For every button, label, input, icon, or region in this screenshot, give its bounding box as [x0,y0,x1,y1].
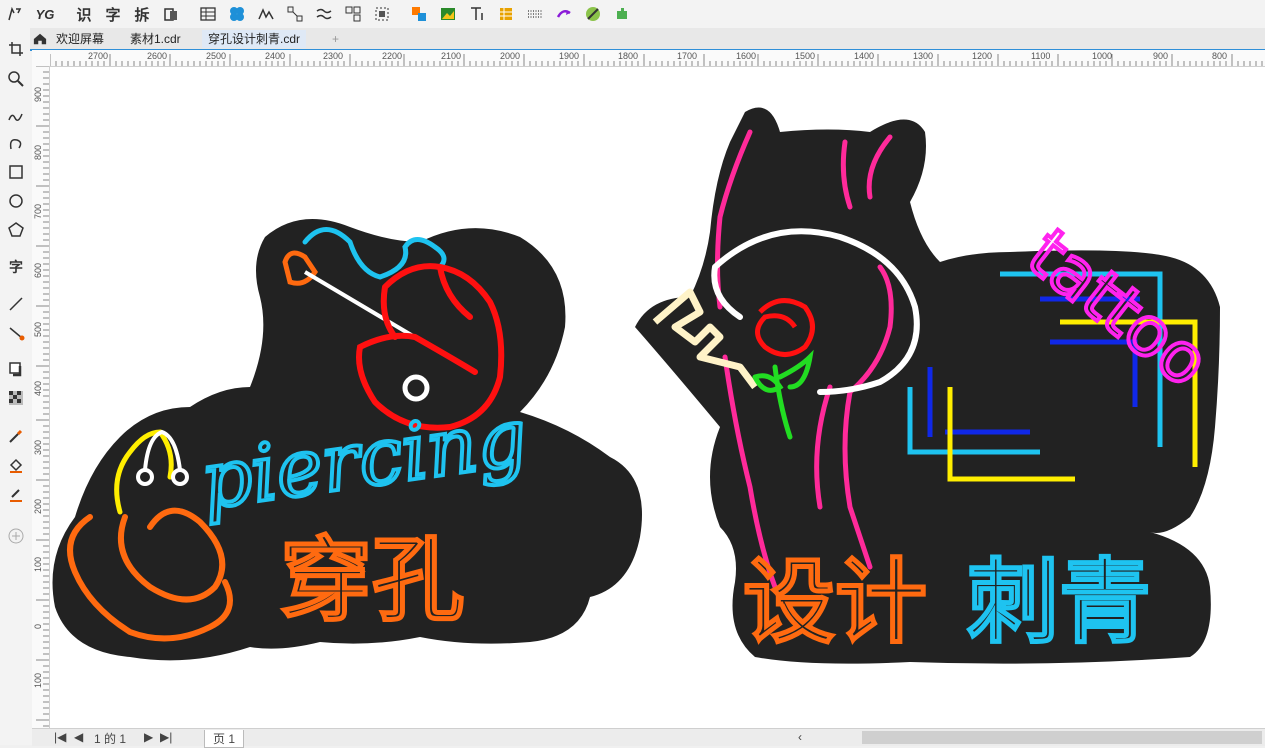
ruler-label: 2700 [88,51,109,61]
rectangle-icon[interactable] [5,161,27,183]
ruler-label: 2500 [206,51,227,61]
ruler-label: 1500 [795,51,816,61]
ruler-label: 2000 [500,51,521,61]
ruler-label: 500 [33,321,43,337]
dimension-icon[interactable] [5,293,27,315]
eyedropper-icon[interactable] [5,425,27,447]
tab-piercing-tattoo[interactable]: 穿孔设计刺青.cdr [202,30,307,48]
first-page-icon[interactable]: |◀ [54,730,66,744]
connector-icon[interactable] [5,322,27,344]
ruler-label: 2600 [147,51,168,61]
table-icon[interactable] [197,3,219,25]
ruler-label: 1400 [854,51,875,61]
piercing-title-text: 穿孔 [280,527,464,634]
ruler-label: 400 [33,380,43,396]
page-tab[interactable]: 页 1 [204,730,245,748]
text-frame-icon[interactable] [466,3,488,25]
ruler-label: 100 [33,672,43,688]
tattoo-title-orange: 设计 [743,549,927,656]
gradient-icon[interactable] [582,3,604,25]
home-icon[interactable] [30,30,50,48]
tattoo-sign[interactable]: tattoo 设计 刺青 [635,107,1225,664]
ruler-label: 1100 [1031,51,1051,61]
ruler-corner[interactable] [32,50,51,67]
ruler-label: 100 [33,556,43,572]
grid-icon[interactable] [495,3,517,25]
drawing-canvas[interactable]: piercing 穿孔 tattoo 设计 刺青 [50,67,1265,728]
group-icon[interactable] [342,3,364,25]
ruler-label: 1800 [618,51,639,61]
ruler-label: 0 [33,623,43,629]
new-tab-icon[interactable]: + [326,30,348,48]
outline-pen-icon[interactable] [5,483,27,505]
node-icon[interactable] [284,3,306,25]
page-count: 1 的 1 [94,732,127,746]
tattoo-title-blue: 刺青 [967,549,1151,656]
piercing-sign[interactable]: piercing 穿孔 [52,219,643,661]
vertical-ruler[interactable]: 900 800 700 600 500 400 300 200 100 0 10… [32,66,50,729]
crop-icon[interactable] [5,38,27,60]
ruler-label: 800 [1212,51,1228,61]
ruler-label: 900 [33,86,43,102]
scroll-left-icon[interactable]: ‹ [798,730,802,744]
bezier-icon[interactable] [5,132,27,154]
ygfont-icon[interactable]: YG [34,3,56,25]
horizontal-scrollbar[interactable] [862,731,1262,744]
shadow-icon[interactable] [5,358,27,380]
transparency-icon[interactable] [5,387,27,409]
ruler-label: 2300 [323,51,344,61]
shape-tool-icon[interactable] [4,3,26,25]
select-icon[interactable] [371,3,393,25]
ruler-label: 800 [33,144,43,160]
zoom-icon[interactable] [5,68,27,90]
plugin-icon[interactable] [611,3,633,25]
text-tool-icon[interactable]: 字 [5,256,27,278]
freehand-icon[interactable] [5,104,27,126]
image-icon[interactable] [437,3,459,25]
ruler-label: 2200 [382,51,403,61]
wave-icon[interactable] [313,3,335,25]
pattern-icon[interactable] [226,3,248,25]
ruler-label: 1200 [972,51,993,61]
polygon-icon[interactable] [5,219,27,241]
ellipse-icon[interactable] [5,190,27,212]
redo-icon[interactable] [553,3,575,25]
horizontal-ruler[interactable]: 2700 2600 2500 2400 2300 2200 2100 2000 … [50,50,1265,67]
dots-icon[interactable] [524,3,546,25]
ruler-label: 900 [1153,51,1169,61]
ruler-label: 600 [33,262,43,278]
ruler-label: 2400 [265,51,286,61]
color-swap-icon[interactable] [408,3,430,25]
page-navigator: |◀ ◀ 1 的 1 ▶ ▶| 页 1 ‹ [32,728,1265,748]
tab-material1[interactable]: 素材1.cdr [124,30,187,48]
ruler-label: 1700 [677,51,698,61]
ruler-label: 1600 [736,51,757,61]
ruler-label: 2100 [441,51,462,61]
ruler-label: 700 [33,203,43,219]
trace-icon[interactable] [255,3,277,25]
recognize-text-icon[interactable]: 识 [73,3,95,25]
top-toolbar: YG 识 字 拆 [0,0,1265,29]
ruler-label: 300 [33,439,43,455]
ruler-label: 1900 [559,51,580,61]
font-icon[interactable]: 字 [102,3,124,25]
clipboard-icon[interactable] [160,3,182,25]
prev-page-icon[interactable]: ◀ [74,730,83,744]
left-toolbox: 字 [0,28,33,745]
add-tool-icon[interactable] [5,525,27,547]
tab-welcome[interactable]: 欢迎屏幕 [50,30,110,48]
ruler-label: 200 [33,498,43,514]
ruler-label: 1000 [1092,51,1113,61]
ruler-label: 1300 [913,51,934,61]
document-tabs: 欢迎屏幕 素材1.cdr 穿孔设计刺青.cdr + [30,28,1265,51]
fill-icon[interactable] [5,454,27,476]
split-icon[interactable]: 拆 [131,3,153,25]
last-page-icon[interactable]: ▶| [160,730,172,744]
next-page-icon[interactable]: ▶ [144,730,153,744]
